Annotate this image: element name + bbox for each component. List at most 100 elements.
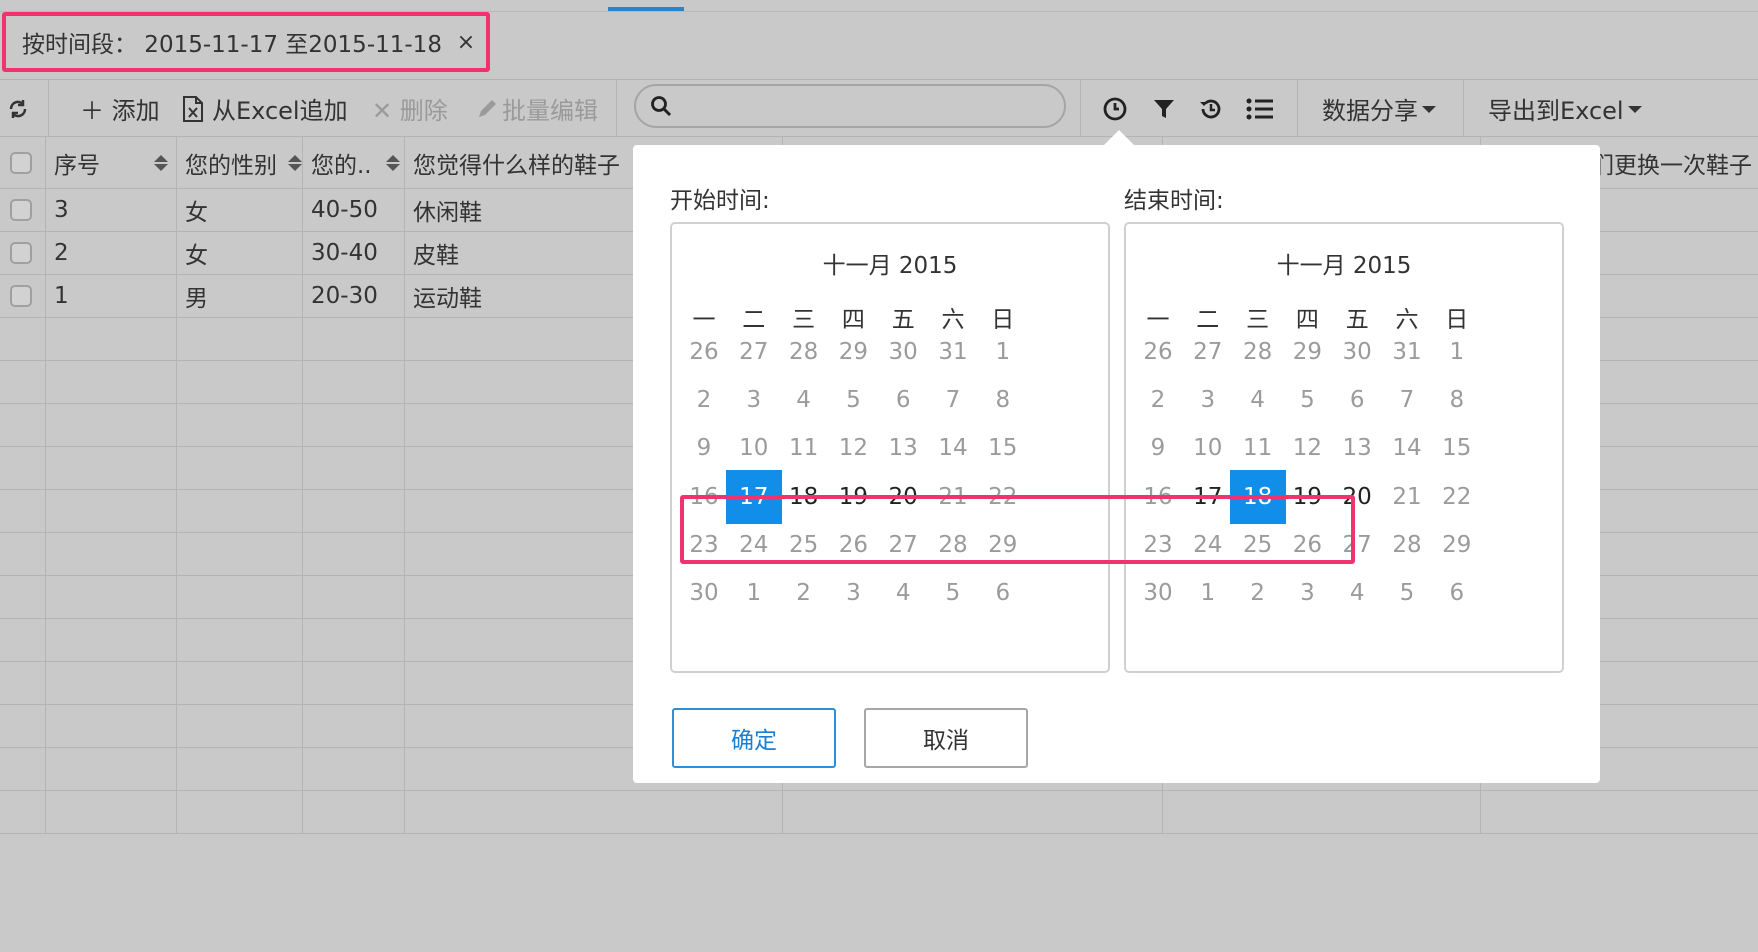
row-checkbox[interactable] <box>10 199 32 221</box>
list-view-button[interactable] <box>1246 80 1274 137</box>
calendar-day[interactable]: 6 <box>1329 373 1385 427</box>
export-excel-dropdown[interactable]: 导出到Excel <box>1488 80 1642 137</box>
calendar-day[interactable]: 7 <box>925 373 981 427</box>
calendar-day[interactable]: 30 <box>875 325 931 379</box>
calendar-day[interactable]: 28 <box>1379 518 1435 572</box>
column-header-age[interactable]: 您的.. <box>303 137 405 188</box>
calendar-day[interactable]: 16 <box>1130 470 1186 524</box>
calendar-day[interactable]: 15 <box>1429 421 1485 475</box>
calendar-day[interactable]: 17 <box>725 469 782 524</box>
confirm-button[interactable]: 确定 <box>672 708 836 768</box>
calendar-day[interactable]: 1 <box>1429 325 1485 379</box>
select-all-checkbox[interactable] <box>10 151 32 174</box>
calendar-day[interactable]: 4 <box>776 373 832 427</box>
sort-icon[interactable] <box>386 154 400 171</box>
calendar-day[interactable]: 2 <box>1230 566 1286 620</box>
calendar-day[interactable]: 29 <box>1429 518 1485 572</box>
calendar-day[interactable]: 2 <box>1130 373 1186 427</box>
calendar-day[interactable]: 29 <box>825 325 881 379</box>
excel-append-button[interactable]: 从Excel追加 <box>182 80 348 137</box>
calendar-day[interactable]: 10 <box>726 421 782 475</box>
calendar-day[interactable]: 26 <box>825 518 881 572</box>
calendar-day[interactable]: 18 <box>1229 469 1286 524</box>
calendar-day[interactable]: 11 <box>776 421 832 475</box>
calendar-day[interactable]: 26 <box>1130 325 1186 379</box>
calendar-day[interactable]: 28 <box>925 518 981 572</box>
search-box[interactable] <box>634 84 1066 128</box>
row-checkbox[interactable] <box>10 242 32 264</box>
filter-button[interactable] <box>1152 80 1176 137</box>
calendar-day[interactable]: 1 <box>975 325 1031 379</box>
calendar-day[interactable]: 28 <box>1230 325 1286 379</box>
calendar-day[interactable]: 13 <box>1329 421 1385 475</box>
calendar-day[interactable]: 18 <box>776 470 832 524</box>
calendar-day[interactable]: 5 <box>1279 373 1335 427</box>
calendar-day[interactable]: 14 <box>1379 421 1435 475</box>
calendar-day[interactable]: 7 <box>1379 373 1435 427</box>
calendar-day[interactable]: 12 <box>825 421 881 475</box>
calendar-day[interactable]: 1 <box>1180 566 1236 620</box>
calendar-day[interactable]: 29 <box>1279 325 1335 379</box>
search-input[interactable] <box>680 92 1050 120</box>
close-icon[interactable]: × <box>446 30 486 55</box>
calendar-day[interactable]: 10 <box>1180 421 1236 475</box>
calendar-day[interactable]: 16 <box>676 470 732 524</box>
calendar-day[interactable]: 31 <box>1379 325 1435 379</box>
calendar-day[interactable]: 26 <box>676 325 732 379</box>
calendar-day[interactable]: 5 <box>825 373 881 427</box>
calendar-day[interactable]: 20 <box>875 470 931 524</box>
calendar-day[interactable]: 5 <box>925 566 981 620</box>
calendar-day[interactable]: 30 <box>1329 325 1385 379</box>
calendar-day[interactable]: 6 <box>975 566 1031 620</box>
calendar-day[interactable]: 23 <box>676 518 732 572</box>
calendar-day[interactable]: 9 <box>676 421 732 475</box>
calendar-day[interactable]: 6 <box>1429 566 1485 620</box>
calendar-day[interactable]: 3 <box>726 373 782 427</box>
calendar-day[interactable]: 30 <box>1130 566 1186 620</box>
calendar-day[interactable]: 21 <box>1379 470 1435 524</box>
calendar-day[interactable]: 3 <box>825 566 881 620</box>
calendar-day[interactable]: 1 <box>726 566 782 620</box>
calendar-day[interactable]: 23 <box>1130 518 1186 572</box>
calendar-day[interactable]: 8 <box>975 373 1031 427</box>
calendar-day[interactable]: 4 <box>1329 566 1385 620</box>
calendar-day[interactable]: 17 <box>1180 470 1236 524</box>
time-filter-button[interactable] <box>1102 80 1128 137</box>
calendar-day[interactable]: 22 <box>975 470 1031 524</box>
calendar-day[interactable]: 3 <box>1180 373 1236 427</box>
data-share-dropdown[interactable]: 数据分享 <box>1322 80 1436 137</box>
calendar-day[interactable]: 22 <box>1429 470 1485 524</box>
calendar-day[interactable]: 14 <box>925 421 981 475</box>
calendar-day[interactable]: 6 <box>875 373 931 427</box>
calendar-day[interactable]: 29 <box>975 518 1031 572</box>
calendar-day[interactable]: 24 <box>726 518 782 572</box>
time-range-filter-chip[interactable]: 按时间段： 2015-11-17 至2015-11-18 × <box>2 12 490 72</box>
calendar-day[interactable]: 12 <box>1279 421 1335 475</box>
calendar-day[interactable]: 30 <box>676 566 732 620</box>
calendar-day[interactable]: 4 <box>875 566 931 620</box>
calendar-day[interactable]: 27 <box>1329 518 1385 572</box>
calendar-day[interactable]: 9 <box>1130 421 1186 475</box>
calendar-day[interactable]: 27 <box>875 518 931 572</box>
column-header-gender[interactable]: 您的性别 <box>177 137 303 188</box>
calendar-day[interactable]: 2 <box>676 373 732 427</box>
calendar-day[interactable]: 5 <box>1379 566 1435 620</box>
calendar-day[interactable]: 27 <box>1180 325 1236 379</box>
history-button[interactable] <box>1198 80 1224 137</box>
calendar-day[interactable]: 3 <box>1279 566 1335 620</box>
calendar-day[interactable]: 13 <box>875 421 931 475</box>
calendar-day[interactable]: 4 <box>1230 373 1286 427</box>
calendar-day[interactable]: 27 <box>726 325 782 379</box>
batch-edit-button[interactable]: 批量编辑 <box>476 80 598 137</box>
calendar-day[interactable]: 20 <box>1329 470 1385 524</box>
delete-button[interactable]: ✕ 删除 <box>372 80 448 137</box>
add-button[interactable]: ＋ 添加 <box>80 80 160 137</box>
sort-icon[interactable] <box>288 154 302 171</box>
calendar-day[interactable]: 2 <box>776 566 832 620</box>
row-checkbox[interactable] <box>10 285 32 307</box>
sort-icon[interactable] <box>154 154 168 171</box>
cancel-button[interactable]: 取消 <box>864 708 1028 768</box>
column-header-index[interactable]: 序号 <box>46 137 177 188</box>
calendar-day[interactable]: 11 <box>1230 421 1286 475</box>
refresh-button[interactable] <box>6 80 30 137</box>
